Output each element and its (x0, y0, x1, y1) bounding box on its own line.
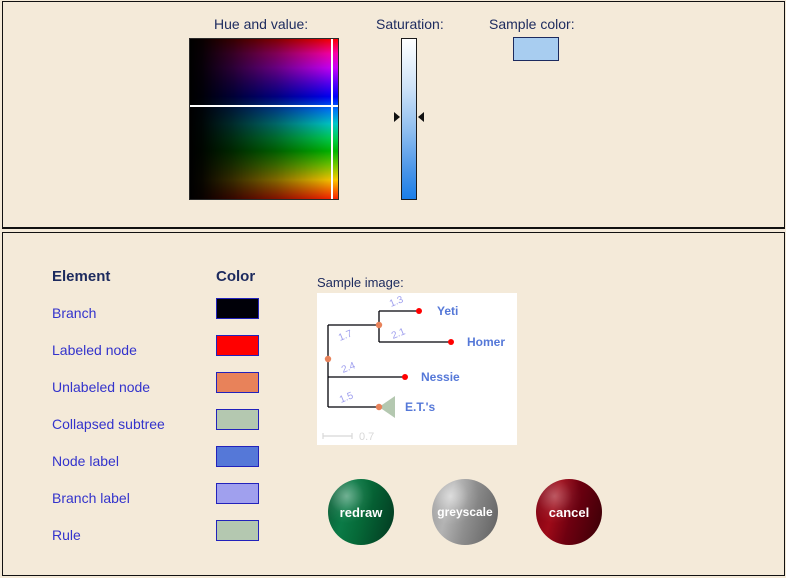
tree-node-unlabeled[interactable] (324, 355, 332, 363)
tree-taxon-label: Nessie (421, 370, 460, 384)
element-color-swatch[interactable] (216, 520, 259, 541)
saturation-marker-left-icon[interactable] (394, 112, 400, 123)
tree-scale-bar: 0.7 (322, 431, 374, 443)
element-color-swatch[interactable] (216, 372, 259, 393)
hue-value-picker[interactable] (189, 38, 339, 200)
element-color-swatch[interactable] (216, 446, 259, 467)
tree-branch-label: 2.4 (340, 360, 357, 376)
tree-branch-label: 2.1 (390, 326, 407, 342)
column-header-element: Element (52, 268, 111, 285)
greyscale-button[interactable]: greyscale (432, 479, 498, 545)
column-header-color: Color (216, 268, 256, 285)
tree-node-labeled[interactable] (416, 308, 422, 314)
redraw-button[interactable]: redraw (328, 479, 394, 545)
hue-and-value-label: Hue and value: (214, 16, 309, 32)
tree-branch-label: 1.7 (337, 328, 354, 344)
element-row-label: Unlabeled node (52, 379, 151, 395)
tree-node-labeled[interactable] (402, 374, 408, 380)
tree-node-labeled[interactable] (448, 339, 454, 345)
tree-node-unlabeled[interactable] (375, 403, 383, 411)
hue-crosshair-horizontal[interactable] (190, 104, 338, 107)
sample-image-label: Sample image: (317, 275, 404, 290)
element-color-swatch[interactable] (216, 409, 259, 430)
tree-branch-label: 1.5 (338, 390, 355, 406)
tree-taxon-label: E.T.'s (405, 400, 436, 414)
scale-bar-value: 0.7 (359, 431, 374, 443)
tree-taxon-label: Yeti (437, 304, 458, 318)
color-preferences-dialog: Hue and value: Saturation: Sample color:… (0, 0, 786, 578)
value-gradient (190, 39, 338, 199)
saturation-slider[interactable] (401, 38, 417, 200)
saturation-marker-right-icon[interactable] (418, 112, 424, 123)
tree-taxa-labels: Yeti Homer Nessie E.T.'s (405, 304, 505, 414)
element-row-label: Branch (52, 305, 97, 321)
element-color-swatch[interactable] (216, 335, 259, 356)
saturation-label: Saturation: (376, 16, 444, 32)
tree-taxon-label: Homer (467, 335, 505, 349)
sample-color-label: Sample color: (489, 16, 575, 32)
element-color-swatch[interactable] (216, 298, 259, 319)
sample-color-swatch (513, 37, 559, 61)
element-row-label: Node label (52, 453, 119, 469)
element-color-swatch[interactable] (216, 483, 259, 504)
element-row-label: Branch label (52, 490, 130, 506)
value-crosshair-vertical[interactable] (330, 39, 333, 199)
element-row-label: Labeled node (52, 342, 137, 358)
cancel-button[interactable]: cancel (536, 479, 602, 545)
element-row-label: Collapsed subtree (52, 416, 165, 432)
tree-branch-label: 1.3 (388, 294, 405, 310)
sample-tree-image[interactable]: 1.7 1.3 2.1 2.4 1.5 Yeti Homer Nessie E.T.'s 0.… (317, 293, 517, 445)
color-picker-panel: Hue and value: Saturation: Sample color: (2, 1, 785, 229)
tree-node-unlabeled[interactable] (375, 321, 383, 329)
element-row-label: Rule (52, 527, 81, 543)
